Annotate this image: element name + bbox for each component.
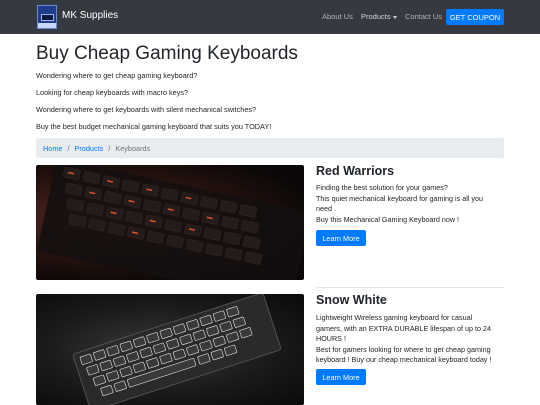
nav-about-us[interactable]: About Us (322, 12, 353, 21)
keyboard-icon (41, 14, 54, 21)
description-line: Lightweight Wireless gaming keyboard for… (316, 313, 473, 322)
product-description: Lightweight Wireless gaming keyboard for… (316, 313, 491, 366)
red-keyboard-illustration (37, 165, 304, 280)
description-line: keyboard ! Buy our cheap mechanical keyb… (316, 355, 492, 364)
description-line: gamers, with an EXTRA DURABLE lifespan o… (316, 323, 491, 333)
description-line: Buy this Mechanical Gaming Keyboard now … (316, 214, 460, 224)
intro-text: Buy the best budget mechanical gaming ke… (36, 122, 272, 131)
description-line: need . (316, 204, 336, 213)
nav-products-label: Products (361, 12, 391, 21)
intro-text: Looking for cheap keyboards with macro k… (36, 88, 189, 97)
red-warriors-image (36, 165, 304, 280)
white-keyboard-illustration (72, 294, 281, 405)
description-line: Finding the best solution for your games… (316, 183, 448, 192)
learn-more-button[interactable]: Learn More (316, 369, 366, 385)
breadcrumb-separator: / (67, 143, 70, 153)
brand-logo[interactable] (37, 5, 57, 29)
description-line: Best for gamers looking for where to get… (316, 344, 491, 354)
product-divider (316, 287, 504, 288)
nav-products-dropdown[interactable]: Products (361, 12, 397, 21)
intro-text: Wondering where to get cheap gaming keyb… (36, 71, 198, 80)
product-description: Finding the best solution for your games… (316, 183, 483, 225)
navbar: MK Supplies About Us Products Contact Us… (0, 0, 540, 34)
breadcrumb-products-link[interactable]: Products (75, 144, 104, 153)
nav-contact-us[interactable]: Contact Us (405, 12, 442, 21)
logo-strip (38, 23, 56, 28)
breadcrumb: Home / Products / Keyboards (36, 138, 504, 158)
description-line: HOURS ! (316, 334, 346, 343)
product-title: Red Warriors (316, 164, 395, 178)
brand-name[interactable]: MK Supplies (62, 10, 118, 21)
get-coupon-button[interactable]: GET COUPON (446, 9, 504, 25)
page-title: Buy Cheap Gaming Keyboards (36, 43, 298, 64)
learn-more-button[interactable]: Learn More (316, 230, 366, 246)
breadcrumb-current: Keyboards (115, 143, 151, 153)
breadcrumb-home-link[interactable]: Home (43, 144, 62, 153)
intro-text: Wondering where to get keyboards with si… (36, 105, 257, 114)
product-title: Snow White (316, 293, 387, 307)
description-line: This quiet mechanical keyboard for gamin… (316, 193, 483, 203)
snow-white-image (36, 294, 304, 405)
breadcrumb-separator: / (108, 143, 111, 153)
chevron-down-icon (392, 15, 397, 19)
